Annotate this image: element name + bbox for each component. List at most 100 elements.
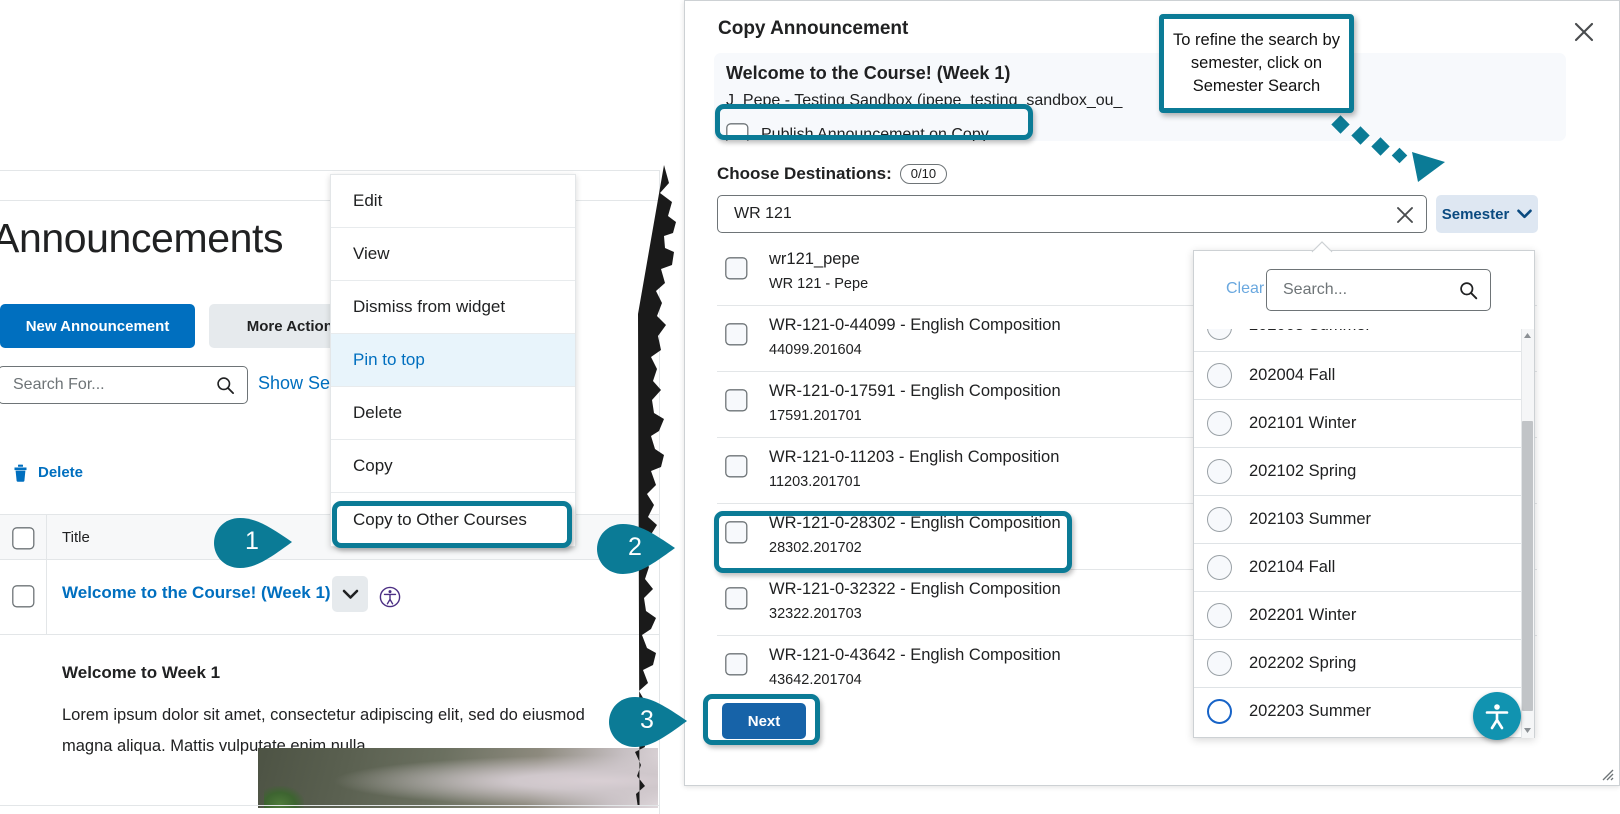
semester-label: 202003 Summer — [1249, 329, 1371, 335]
course-name: WR-121-0-28302 - English Composition — [769, 514, 1061, 532]
divider — [46, 515, 47, 561]
next-button-overlay[interactable]: Next — [722, 703, 806, 739]
scrollbar-thumb[interactable] — [1522, 421, 1533, 711]
callout-arrow — [1330, 112, 1460, 192]
close-icon[interactable] — [1571, 19, 1597, 45]
announcement-title-link[interactable]: Welcome to the Course! (Week 1) — [62, 583, 331, 603]
clear-link[interactable]: Clear — [1226, 280, 1264, 298]
select-all-checkbox[interactable] — [12, 527, 35, 550]
semester-label: 202201 Winter — [1249, 606, 1357, 624]
resize-handle-icon[interactable] — [1600, 767, 1614, 781]
course-checkbox[interactable] — [725, 389, 748, 412]
semester-radio[interactable] — [1207, 555, 1232, 580]
course-name: WR-121-0-11203 - English Composition — [769, 448, 1060, 466]
course-name: WR-121-0-17591 - English Composition — [769, 382, 1061, 400]
course-checkbox[interactable] — [725, 455, 748, 478]
semester-option[interactable]: 202101 Winter — [1194, 399, 1524, 447]
semester-search-button[interactable]: Semester — [1436, 195, 1538, 233]
instruction-callout: To refine the search by semester, click … — [1159, 14, 1354, 113]
delete-action[interactable]: Delete — [12, 463, 83, 482]
semester-label: 202004 Fall — [1249, 366, 1336, 384]
new-announcement-button[interactable]: New Announcement — [0, 304, 195, 348]
search-input[interactable] — [11, 367, 201, 403]
semester-radio[interactable] — [1207, 411, 1232, 436]
menu-item-view[interactable]: View — [331, 228, 575, 281]
row-checkbox[interactable] — [12, 585, 35, 608]
course-checkbox[interactable] — [725, 521, 748, 544]
semester-option-list: 202003 Summer 202004 Fall 202101 Winter 202… — [1194, 329, 1524, 738]
announcements-search[interactable] — [0, 366, 248, 404]
menu-item-edit[interactable]: Edit — [331, 175, 575, 228]
body-heading: Welcome to Week 1 — [62, 663, 221, 682]
dialog-title: Copy Announcement — [718, 18, 909, 39]
chevron-down-icon[interactable] — [332, 576, 368, 612]
destination-search-input[interactable] — [732, 196, 1372, 232]
menu-item-copy-to-other-courses[interactable]: Copy to Other Courses — [331, 493, 575, 546]
publish-on-copy-checkbox[interactable] — [726, 123, 749, 141]
semester-button-label: Semester — [1441, 205, 1510, 223]
semester-option[interactable]: 202102 Spring — [1194, 447, 1524, 495]
course-checkbox[interactable] — [725, 653, 748, 676]
destination-search[interactable] — [717, 195, 1427, 233]
semester-radio[interactable] — [1207, 603, 1232, 628]
delete-label: Delete — [38, 464, 84, 481]
semester-label: 202103 Summer — [1249, 510, 1371, 528]
source-announcement-title: Welcome to the Course! (Week 1) — [726, 63, 1011, 83]
column-header-title: Title — [62, 529, 90, 546]
semester-radio[interactable] — [1207, 651, 1232, 676]
choose-destinations-row: Choose Destinations: 0/10 — [717, 164, 948, 184]
page-title: Announcements — [0, 215, 284, 261]
menu-item-copy[interactable]: Copy — [331, 440, 575, 493]
semester-dropdown-header: Clear — [1194, 251, 1534, 329]
chevron-down-icon — [1517, 209, 1533, 219]
semester-option[interactable]: 202103 Summer — [1194, 495, 1524, 543]
semester-radio[interactable] — [1207, 363, 1232, 388]
course-checkbox[interactable] — [725, 323, 748, 346]
scroll-up-arrow-icon[interactable] — [1521, 329, 1534, 343]
semester-option[interactable]: 202003 Summer — [1194, 329, 1524, 351]
menu-item-delete[interactable]: Delete — [331, 387, 575, 440]
semester-search-field[interactable] — [1266, 269, 1491, 311]
step-number-2: 2 — [628, 533, 642, 561]
semester-search-input[interactable] — [1281, 270, 1441, 310]
divider — [46, 560, 47, 635]
semester-option[interactable]: 202202 Spring — [1194, 639, 1524, 687]
course-checkbox[interactable] — [725, 587, 748, 610]
source-course-name: J_Pepe - Testing Sandbox (jpepe_testing_… — [726, 92, 1123, 109]
accessibility-widget-button[interactable] — [1473, 692, 1521, 740]
semester-radio[interactable] — [1207, 699, 1232, 724]
course-code: 17591.201701 — [769, 408, 862, 424]
course-code: 28302.201702 — [769, 540, 862, 556]
course-code: 32322.201703 — [769, 606, 862, 622]
show-search-options-link[interactable]: Show Se — [258, 373, 330, 394]
semester-option[interactable]: 202004 Fall — [1194, 351, 1524, 399]
clear-icon[interactable] — [1394, 204, 1416, 226]
semester-label: 202101 Winter — [1249, 414, 1357, 432]
semester-label: 202104 Fall — [1249, 558, 1336, 576]
dropdown-caret-icon — [1311, 241, 1333, 253]
semester-radio[interactable] — [1207, 507, 1232, 532]
course-checkbox[interactable] — [725, 257, 748, 280]
trash-icon — [12, 463, 29, 482]
semester-option[interactable]: 202104 Fall — [1194, 543, 1524, 591]
semester-option[interactable]: 202201 Winter — [1194, 591, 1524, 639]
scroll-down-arrow-icon[interactable] — [1521, 723, 1534, 737]
semester-label: 202203 Summer — [1249, 702, 1371, 720]
publish-on-copy-row[interactable]: Publish Announcement on Copy — [726, 123, 989, 141]
search-icon — [216, 376, 235, 395]
semester-label: 202202 Spring — [1249, 654, 1357, 672]
menu-item-dismiss-from-widget[interactable]: Dismiss from widget — [331, 281, 575, 334]
step-number-1: 1 — [245, 527, 259, 555]
table-row: Welcome to the Course! (Week 1) — [0, 560, 660, 635]
semester-radio[interactable] — [1207, 329, 1232, 340]
course-code: 43642.201704 — [769, 672, 862, 688]
step-number-3: 3 — [640, 706, 654, 734]
menu-item-pin-to-top[interactable]: Pin to top — [331, 334, 575, 387]
step-marker-3: 3 — [607, 694, 689, 750]
search-icon[interactable] — [1459, 281, 1478, 300]
accessibility-check-icon[interactable] — [379, 586, 401, 608]
semester-scrollbar[interactable] — [1521, 329, 1534, 738]
semester-radio[interactable] — [1207, 459, 1232, 484]
semester-label: 202102 Spring — [1249, 462, 1357, 480]
publish-on-copy-label: Publish Announcement on Copy — [761, 125, 989, 142]
